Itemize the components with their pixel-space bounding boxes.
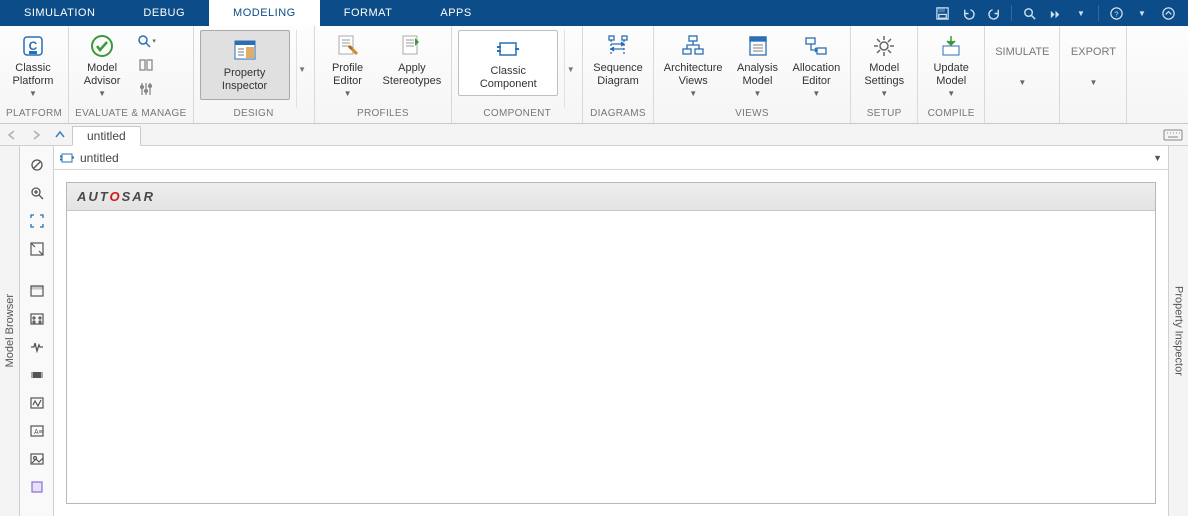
- top-tab-bar: SIMULATION DEBUG MODELING FORMAT APPS ▼ …: [0, 0, 1188, 26]
- sequence-diagram-button[interactable]: Sequence Diagram: [589, 30, 647, 90]
- ribbon-group-setup: Model Settings▼ SETUP: [851, 26, 918, 123]
- simulate-button[interactable]: SIMULATE ▼: [991, 30, 1053, 102]
- image-block-icon[interactable]: [26, 448, 48, 470]
- apply-stereotypes-button[interactable]: Apply Stereotypes: [379, 30, 446, 90]
- ribbon-group-diagrams: Sequence Diagram DIAGRAMS: [583, 26, 654, 123]
- svg-text:?: ?: [1114, 9, 1118, 18]
- file-tab[interactable]: untitled: [72, 126, 141, 146]
- breadcrumb-bar: untitled ▼: [54, 146, 1168, 170]
- nav-up-icon[interactable]: [48, 124, 72, 145]
- redo-icon[interactable]: [982, 1, 1006, 25]
- ribbon-toolstrip: C Classic Platform▼ PLATFORM Model Advis…: [0, 26, 1188, 124]
- svg-text:C: C: [29, 39, 38, 53]
- browser-toggle-icon[interactable]: [26, 280, 48, 302]
- scope-icon[interactable]: [26, 392, 48, 414]
- update-model-button[interactable]: Update Model▼: [924, 30, 978, 100]
- tab-simulation[interactable]: SIMULATION: [0, 0, 119, 26]
- help-dropdown-icon[interactable]: ▼: [1130, 1, 1154, 25]
- breadcrumb-dropdown-icon[interactable]: ▼: [1153, 153, 1162, 163]
- property-inspector-rail[interactable]: Property Inspector: [1168, 146, 1188, 516]
- collapse-ribbon-icon[interactable]: [1156, 1, 1180, 25]
- zoom-icon[interactable]: [26, 182, 48, 204]
- quick-access-toolbar: ▼ ? ▼: [930, 0, 1188, 26]
- library-icon[interactable]: [26, 308, 48, 330]
- autosar-logo: AUTOSAR: [77, 189, 155, 204]
- editor-subbar: untitled: [0, 124, 1188, 146]
- undo-icon[interactable]: [956, 1, 980, 25]
- find-icon[interactable]: ▾: [135, 30, 157, 52]
- svg-text:A≡: A≡: [34, 429, 43, 436]
- compare-icon[interactable]: [135, 54, 157, 76]
- classic-platform-button[interactable]: C Classic Platform▼: [6, 30, 60, 100]
- ribbon-group-simulate: SIMULATE ▼: [985, 26, 1060, 123]
- save-icon[interactable]: [930, 1, 954, 25]
- model-browser-rail[interactable]: Model Browser: [0, 146, 20, 516]
- model-advisor-button[interactable]: Model Advisor▼: [75, 30, 129, 100]
- ribbon-group-evaluate: Model Advisor▼ ▾ EVALUATE & MANAGE: [69, 26, 193, 123]
- overflow-icon[interactable]: [1043, 1, 1067, 25]
- allocation-editor-button[interactable]: Allocation Editor▼: [789, 30, 845, 100]
- model-icon: [60, 151, 74, 165]
- tab-apps[interactable]: APPS: [416, 0, 495, 26]
- component-dropdown[interactable]: ▼: [564, 30, 576, 108]
- restore-view-icon[interactable]: [26, 238, 48, 260]
- canvas[interactable]: AUTOSAR: [54, 170, 1168, 516]
- help-icon[interactable]: ?: [1104, 1, 1128, 25]
- design-dropdown[interactable]: ▼: [296, 30, 308, 108]
- model-settings-button[interactable]: Model Settings▼: [857, 30, 911, 100]
- property-inspector-button[interactable]: Property Inspector: [200, 30, 290, 100]
- annotation-icon[interactable]: A≡: [26, 420, 48, 442]
- nav-forward-icon[interactable]: [24, 124, 48, 145]
- signal-icon[interactable]: [26, 336, 48, 358]
- chip-icon[interactable]: [26, 364, 48, 386]
- keyboard-icon[interactable]: [1158, 124, 1188, 145]
- canvas-palette: A≡: [20, 146, 54, 516]
- area-icon[interactable]: [26, 476, 48, 498]
- fit-to-view-icon[interactable]: [26, 210, 48, 232]
- ribbon-group-profiles: Profile Editor▼ Apply Stereotypes PROFIL…: [315, 26, 453, 123]
- overflow-dropdown-icon[interactable]: ▼: [1069, 1, 1093, 25]
- canvas-area: untitled ▼ AUTOSAR: [54, 146, 1168, 516]
- ribbon-group-export: EXPORT ▼: [1060, 26, 1127, 123]
- export-button[interactable]: EXPORT ▼: [1066, 30, 1120, 102]
- canvas-header: AUTOSAR: [67, 183, 1155, 211]
- tab-debug[interactable]: DEBUG: [119, 0, 209, 26]
- ribbon-group-compile: Update Model▼ COMPILE: [918, 26, 985, 123]
- nav-back-icon[interactable]: [0, 124, 24, 145]
- classic-component-button[interactable]: Classic Component: [458, 30, 558, 96]
- main-tabs: SIMULATION DEBUG MODELING FORMAT APPS: [0, 0, 496, 26]
- ribbon-group-platform: C Classic Platform▼ PLATFORM: [0, 26, 69, 123]
- canvas-frame: AUTOSAR: [66, 182, 1156, 504]
- search-icon[interactable]: [1017, 1, 1041, 25]
- ribbon-group-design: Property Inspector ▼ DESIGN: [194, 26, 315, 123]
- profile-editor-button[interactable]: Profile Editor▼: [321, 30, 375, 100]
- analysis-model-button[interactable]: Analysis Model▼: [731, 30, 785, 100]
- architecture-views-button[interactable]: Architecture Views▼: [660, 30, 727, 100]
- ribbon-group-views: Architecture Views▼ Analysis Model▼ Allo…: [654, 26, 851, 123]
- main-area: Model Browser A≡ untitled ▼ AUTOSAR Pr: [0, 146, 1188, 516]
- tab-modeling[interactable]: MODELING: [209, 0, 320, 26]
- ribbon-group-component: Classic Component ▼ COMPONENT: [452, 26, 583, 123]
- tune-icon[interactable]: [135, 78, 157, 100]
- breadcrumb-text[interactable]: untitled: [80, 151, 119, 165]
- tab-format[interactable]: FORMAT: [320, 0, 417, 26]
- hide-show-icon[interactable]: [26, 154, 48, 176]
